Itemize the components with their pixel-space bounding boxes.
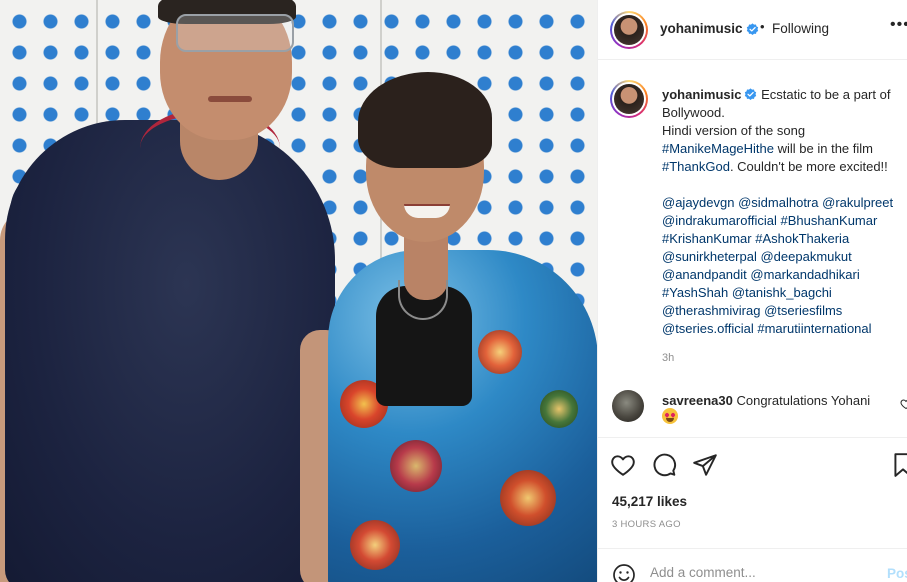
hashtag-link[interactable]: #AshokThakeria <box>755 231 849 246</box>
caption-line: Ecstatic to be a part of <box>761 87 891 102</box>
following-button[interactable]: Following <box>772 21 829 36</box>
comment: savreena30 Congratulations Yohani <box>662 392 902 410</box>
caption-tag-line: #KrishanKumar #AshokThakeria <box>662 230 907 248</box>
shirt-flower <box>500 470 556 526</box>
mention-link[interactable]: @tseries.official <box>662 321 754 336</box>
comment-text: Congratulations Yohani <box>736 393 871 408</box>
comment-input[interactable] <box>650 565 880 580</box>
post-sidebar: yohanimusic • Following ••• yohanimusic … <box>597 0 907 582</box>
woman-smile <box>404 204 450 218</box>
hashtag-link[interactable]: #YashShah <box>662 285 728 300</box>
post-header: yohanimusic • Following ••• <box>598 0 907 60</box>
post-age[interactable]: 3h <box>662 352 674 364</box>
mention-link[interactable]: @ajaydevgn <box>662 195 734 210</box>
caption-tag-line: @therashmivirag @tseriesfilms <box>662 302 907 320</box>
heart-icon[interactable] <box>610 452 636 478</box>
post-timestamp[interactable]: 3 HOURS AGO <box>612 519 681 530</box>
share-icon[interactable] <box>692 452 718 478</box>
comment-like-heart-icon[interactable] <box>900 398 907 410</box>
caption-tag-line: @sunirkheterpal @deepakmukut <box>662 248 907 266</box>
shirt-flower <box>350 520 400 570</box>
mention-link[interactable]: @anandpandit <box>662 267 747 282</box>
caption-author-avatar[interactable] <box>610 80 648 118</box>
author-username[interactable]: yohanimusic <box>660 21 743 36</box>
avatar-photo <box>614 15 644 45</box>
mention-link[interactable]: @indrakumarofficial <box>662 213 777 228</box>
mention-link[interactable]: @rakulpreet <box>822 195 893 210</box>
hashtag-link[interactable]: #ManikeMageHithe <box>662 141 774 156</box>
caption-tag-line: @anandpandit @markandadhikari <box>662 266 907 284</box>
caption-tag-line: @indrakumarofficial #BhushanKumar <box>662 212 907 230</box>
emoji-icon[interactable] <box>612 563 636 582</box>
post-comment-button[interactable]: Post <box>887 566 907 581</box>
shirt-flower <box>478 330 522 374</box>
man-polo-shirt <box>5 120 335 582</box>
post-caption: yohanimusic Ecstatic to be a part of Bol… <box>662 86 907 338</box>
caption-tag-line: @tseries.official #marutiinternational <box>662 320 907 338</box>
action-bar <box>598 438 907 492</box>
caption-tags: @ajaydevgn @sidmalhotra @rakulpreet @indr… <box>662 194 907 338</box>
man-mouth <box>208 96 252 102</box>
caption-line: Hindi version of the song <box>662 123 806 138</box>
caption-line: . Couldn't be more excited!! <box>729 159 888 174</box>
shirt-flower <box>540 390 578 428</box>
instagram-post-view: yohanimusic • Following ••• yohanimusic … <box>0 0 907 582</box>
caption-username[interactable]: yohanimusic <box>662 87 741 102</box>
mention-link[interactable]: @therashmivirag <box>662 303 760 318</box>
verified-badge-icon <box>745 88 757 100</box>
commenter-avatar[interactable] <box>612 390 644 422</box>
caption-line: will be in the film <box>774 141 873 156</box>
mention-link[interactable]: @sunirkheterpal <box>662 249 757 264</box>
bookmark-icon[interactable] <box>890 452 907 478</box>
add-comment-bar: Post <box>598 548 907 582</box>
separator-dot: • <box>760 19 765 34</box>
man-glasses <box>176 14 294 52</box>
hashtag-link[interactable]: #marutiinternational <box>757 321 871 336</box>
hashtag-link[interactable]: #ThankGod <box>662 159 730 174</box>
post-photo[interactable] <box>0 0 597 582</box>
commenter-username[interactable]: savreena30 <box>662 393 733 408</box>
likes-count[interactable]: 45,217 likes <box>612 494 687 509</box>
comments-section: yohanimusic Ecstatic to be a part of Bol… <box>598 60 907 438</box>
caption-tag-line: #YashShah @tanishk_bagchi <box>662 284 907 302</box>
mention-link[interactable]: @tanishk_bagchi <box>732 285 832 300</box>
hashtag-link[interactable]: #BhushanKumar <box>780 213 877 228</box>
verified-badge-icon <box>746 23 759 35</box>
avatar-photo <box>614 84 644 114</box>
author-avatar[interactable] <box>610 11 648 49</box>
caption-tag-line: @ajaydevgn @sidmalhotra @rakulpreet <box>662 194 907 212</box>
mention-link[interactable]: @tseriesfilms <box>764 303 842 318</box>
mention-link[interactable]: @deepakmukut <box>760 249 851 264</box>
woman-short-hair <box>358 72 492 168</box>
caption-line: Bollywood. <box>662 105 725 120</box>
mention-link[interactable]: @sidmalhotra <box>738 195 818 210</box>
more-options-icon[interactable]: ••• <box>890 16 907 34</box>
hashtag-link[interactable]: #KrishanKumar <box>662 231 752 246</box>
comment-icon[interactable] <box>651 452 677 478</box>
shirt-flower <box>390 440 442 492</box>
mention-link[interactable]: @markandadhikari <box>750 267 859 282</box>
